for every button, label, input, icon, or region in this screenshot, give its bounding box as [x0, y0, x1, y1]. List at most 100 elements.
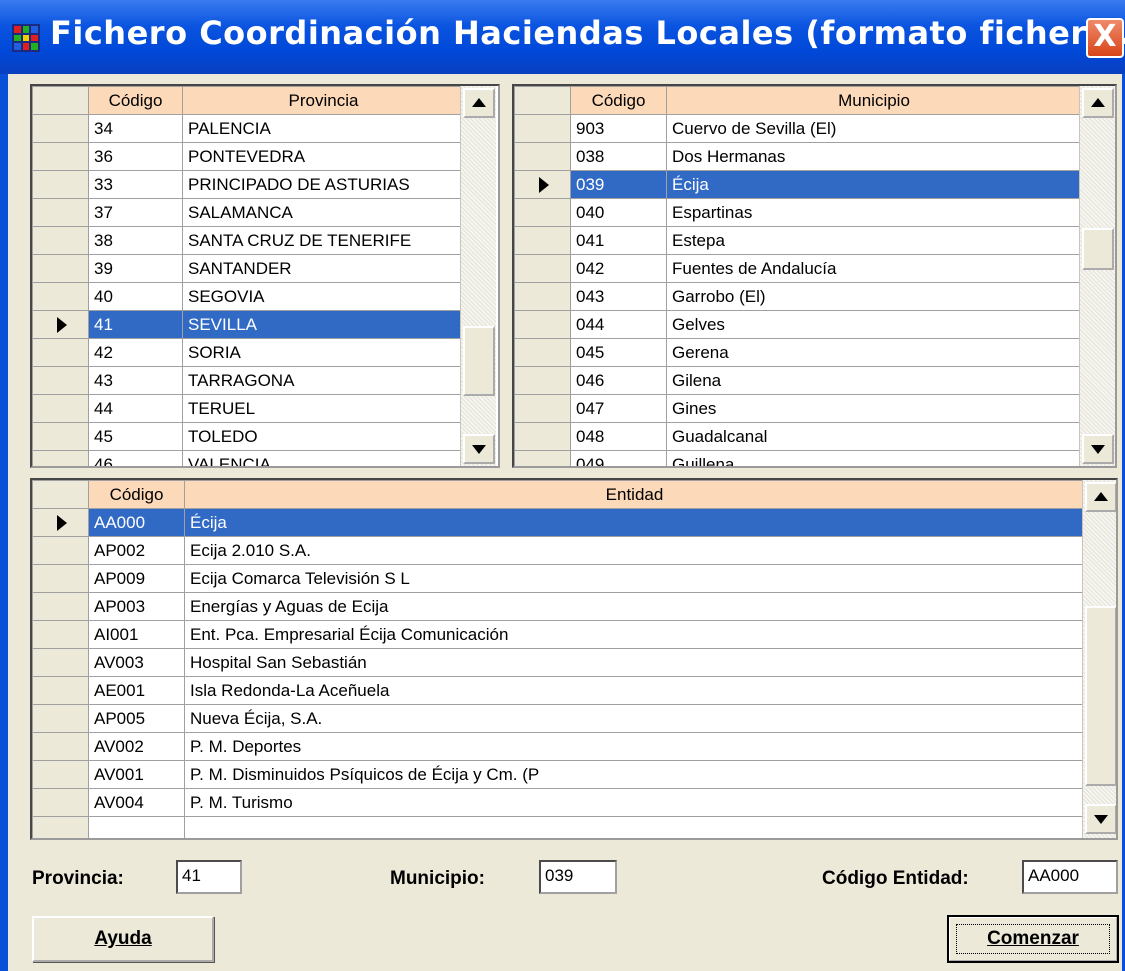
cell-nombre[interactable]: SEVILLA [182, 310, 465, 339]
title-bar[interactable]: Fichero Coordinación Haciendas Locales (… [0, 0, 1125, 74]
entidad-row[interactable]: AV004 P. M. Turismo [32, 788, 1085, 817]
cell-nombre[interactable]: Gelves [666, 310, 1082, 339]
municipio-row[interactable]: 049 Guillena [514, 450, 1082, 466]
cell-nombre[interactable]: Isla Redonda-La Aceñuela [184, 676, 1085, 705]
cell-codigo[interactable]: 049 [570, 450, 667, 466]
row-indicator[interactable] [32, 450, 89, 466]
municipio-row[interactable]: 041 Estepa [514, 226, 1082, 255]
municipio-row[interactable]: 042 Fuentes de Andalucía [514, 254, 1082, 283]
cell-codigo[interactable]: AV002 [88, 732, 185, 761]
comenzar-button[interactable]: Comenzar [947, 915, 1119, 963]
provincia-row[interactable]: 40 SEGOVIA [32, 282, 465, 311]
row-indicator[interactable] [32, 788, 89, 817]
cell-codigo[interactable]: AA000 [88, 508, 185, 537]
provincias-grid[interactable]: Código Provincia 34 PALENCIA 36 PONTEVEDRA 3… [30, 84, 500, 468]
provincia-row[interactable]: 33 PRINCIPADO DE ASTURIAS [32, 170, 465, 199]
scroll-up-button[interactable] [1085, 482, 1116, 512]
cell-nombre[interactable]: Garrobo (El) [666, 282, 1082, 311]
cell-codigo[interactable] [88, 816, 185, 838]
entidad-row[interactable]: AV002 P. M. Deportes [32, 732, 1085, 761]
row-indicator[interactable] [32, 508, 89, 537]
scroll-thumb[interactable] [1082, 228, 1114, 270]
cell-codigo[interactable]: 042 [570, 254, 667, 283]
cell-nombre[interactable]: Guadalcanal [666, 422, 1082, 451]
cell-codigo[interactable]: 045 [570, 338, 667, 367]
cell-codigo[interactable]: 903 [570, 114, 667, 143]
municipio-row[interactable]: 903 Cuervo de Sevilla (El) [514, 114, 1082, 143]
row-indicator[interactable] [32, 142, 89, 171]
cell-codigo[interactable]: 041 [570, 226, 667, 255]
row-indicator[interactable] [514, 310, 571, 339]
cell-nombre[interactable]: Écija [666, 170, 1082, 199]
cell-codigo[interactable]: 44 [88, 394, 183, 423]
cell-nombre[interactable]: Energías y Aguas de Ecija [184, 592, 1085, 621]
close-button[interactable]: X [1086, 18, 1124, 58]
cell-nombre[interactable]: Ent. Pca. Empresarial Écija Comunicación [184, 620, 1085, 649]
cell-codigo[interactable]: 044 [570, 310, 667, 339]
municipio-row[interactable]: 046 Gilena [514, 366, 1082, 395]
cell-codigo[interactable]: 37 [88, 198, 183, 227]
entidades-scrollbar[interactable] [1082, 480, 1116, 838]
provincia-row[interactable]: 36 PONTEVEDRA [32, 142, 465, 171]
row-indicator[interactable] [514, 422, 571, 451]
cell-nombre[interactable]: Gilena [666, 366, 1082, 395]
row-indicator[interactable] [32, 114, 89, 143]
provincia-field[interactable]: 41 [176, 860, 242, 894]
cell-codigo[interactable]: AV001 [88, 760, 185, 789]
row-indicator[interactable] [32, 170, 89, 199]
cell-codigo[interactable]: AE001 [88, 676, 185, 705]
cell-nombre[interactable]: P. M. Disminuidos Psíquicos de Écija y C… [184, 760, 1085, 789]
scroll-thumb[interactable] [1085, 606, 1116, 786]
cell-codigo[interactable]: AP002 [88, 536, 185, 565]
cell-codigo[interactable]: 046 [570, 366, 667, 395]
cell-nombre[interactable]: Cuervo de Sevilla (El) [666, 114, 1082, 143]
row-indicator[interactable] [32, 732, 89, 761]
cell-nombre[interactable]: SEGOVIA [182, 282, 465, 311]
row-indicator[interactable] [514, 254, 571, 283]
municipio-row[interactable]: 038 Dos Hermanas [514, 142, 1082, 171]
scroll-down-button[interactable] [1085, 804, 1116, 834]
cell-codigo[interactable]: 040 [570, 198, 667, 227]
row-indicator[interactable] [514, 226, 571, 255]
row-indicator[interactable] [32, 592, 89, 621]
row-indicator[interactable] [32, 338, 89, 367]
municipio-row[interactable]: 040 Espartinas [514, 198, 1082, 227]
cell-nombre[interactable]: Fuentes de Andalucía [666, 254, 1082, 283]
cell-nombre[interactable]: Hospital San Sebastián [184, 648, 1085, 677]
cell-codigo[interactable]: 41 [88, 310, 183, 339]
cell-codigo[interactable]: AP005 [88, 704, 185, 733]
cell-codigo[interactable]: 45 [88, 422, 183, 451]
row-indicator[interactable] [32, 366, 89, 395]
cell-codigo[interactable]: 043 [570, 282, 667, 311]
cell-nombre[interactable] [184, 816, 1085, 838]
cell-codigo[interactable]: AI001 [88, 620, 185, 649]
row-indicator[interactable] [514, 394, 571, 423]
cell-codigo[interactable]: 36 [88, 142, 183, 171]
row-indicator[interactable] [32, 282, 89, 311]
row-indicator[interactable] [32, 760, 89, 789]
row-indicator[interactable] [32, 676, 89, 705]
cell-nombre[interactable]: Espartinas [666, 198, 1082, 227]
cell-nombre[interactable]: SANTA CRUZ DE TENERIFE [182, 226, 465, 255]
cell-codigo[interactable]: 42 [88, 338, 183, 367]
scroll-down-button[interactable] [463, 434, 495, 464]
municipio-row[interactable]: 047 Gines [514, 394, 1082, 423]
cell-codigo[interactable]: 38 [88, 226, 183, 255]
cell-codigo[interactable]: 39 [88, 254, 183, 283]
row-indicator[interactable] [514, 282, 571, 311]
entidad-row[interactable]: AA000 Écija [32, 508, 1085, 537]
cell-nombre[interactable]: VALENCIA [182, 450, 465, 466]
row-indicator[interactable] [32, 254, 89, 283]
entidad-row[interactable]: AP003 Energías y Aguas de Ecija [32, 592, 1085, 621]
entidad-row[interactable]: AV001 P. M. Disminuidos Psíquicos de Écij… [32, 760, 1085, 789]
header-codigo[interactable]: Código [570, 86, 667, 115]
header-entidad[interactable]: Entidad [184, 480, 1085, 509]
entidad-row[interactable]: AE001 Isla Redonda-La Aceñuela [32, 676, 1085, 705]
row-indicator[interactable] [514, 450, 571, 466]
cell-nombre[interactable]: P. M. Deportes [184, 732, 1085, 761]
provincia-row[interactable]: 39 SANTANDER [32, 254, 465, 283]
scroll-down-button[interactable] [1082, 434, 1114, 464]
provincia-row[interactable]: 43 TARRAGONA [32, 366, 465, 395]
cell-nombre[interactable]: Ecija 2.010 S.A. [184, 536, 1085, 565]
provincia-row[interactable]: 41 SEVILLA [32, 310, 465, 339]
